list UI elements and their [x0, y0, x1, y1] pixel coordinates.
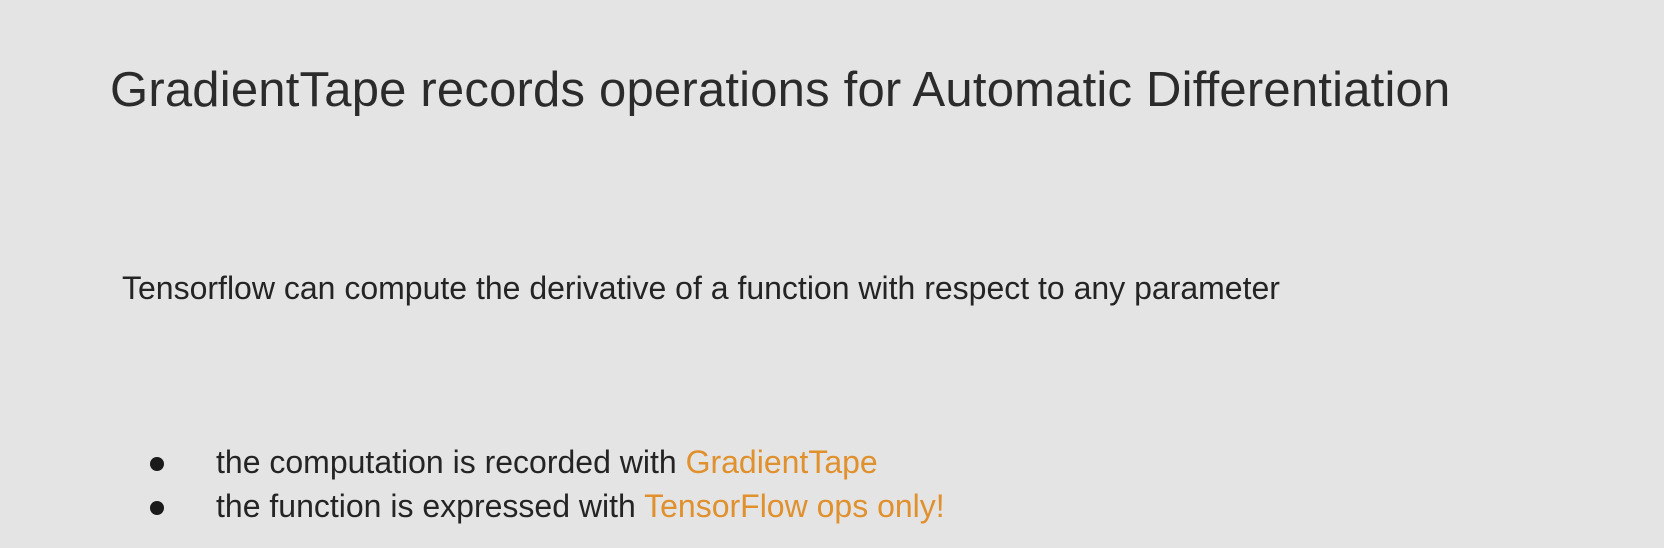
intro-paragraph: Tensorflow can compute the derivative of…: [122, 270, 1280, 306]
bullet-item-tensorflow-ops: the function is expressed with TensorFlo…: [150, 484, 945, 528]
bullet-list: the computation is recorded with Gradien…: [150, 440, 945, 528]
bullet-text: the computation is recorded with: [216, 444, 686, 480]
bullet-text: the function is expressed with: [216, 488, 645, 524]
bullet-highlight: TensorFlow ops only!: [644, 488, 945, 524]
bullet-highlight: GradientTape: [685, 444, 878, 480]
bullet-item-gradienttape: the computation is recorded with Gradien…: [150, 440, 945, 484]
bullet-dot-icon: [150, 457, 164, 471]
slide-title: GradientTape records operations for Auto…: [110, 63, 1451, 117]
bullet-dot-icon: [150, 501, 164, 515]
slide: GradientTape records operations for Auto…: [0, 0, 1664, 548]
